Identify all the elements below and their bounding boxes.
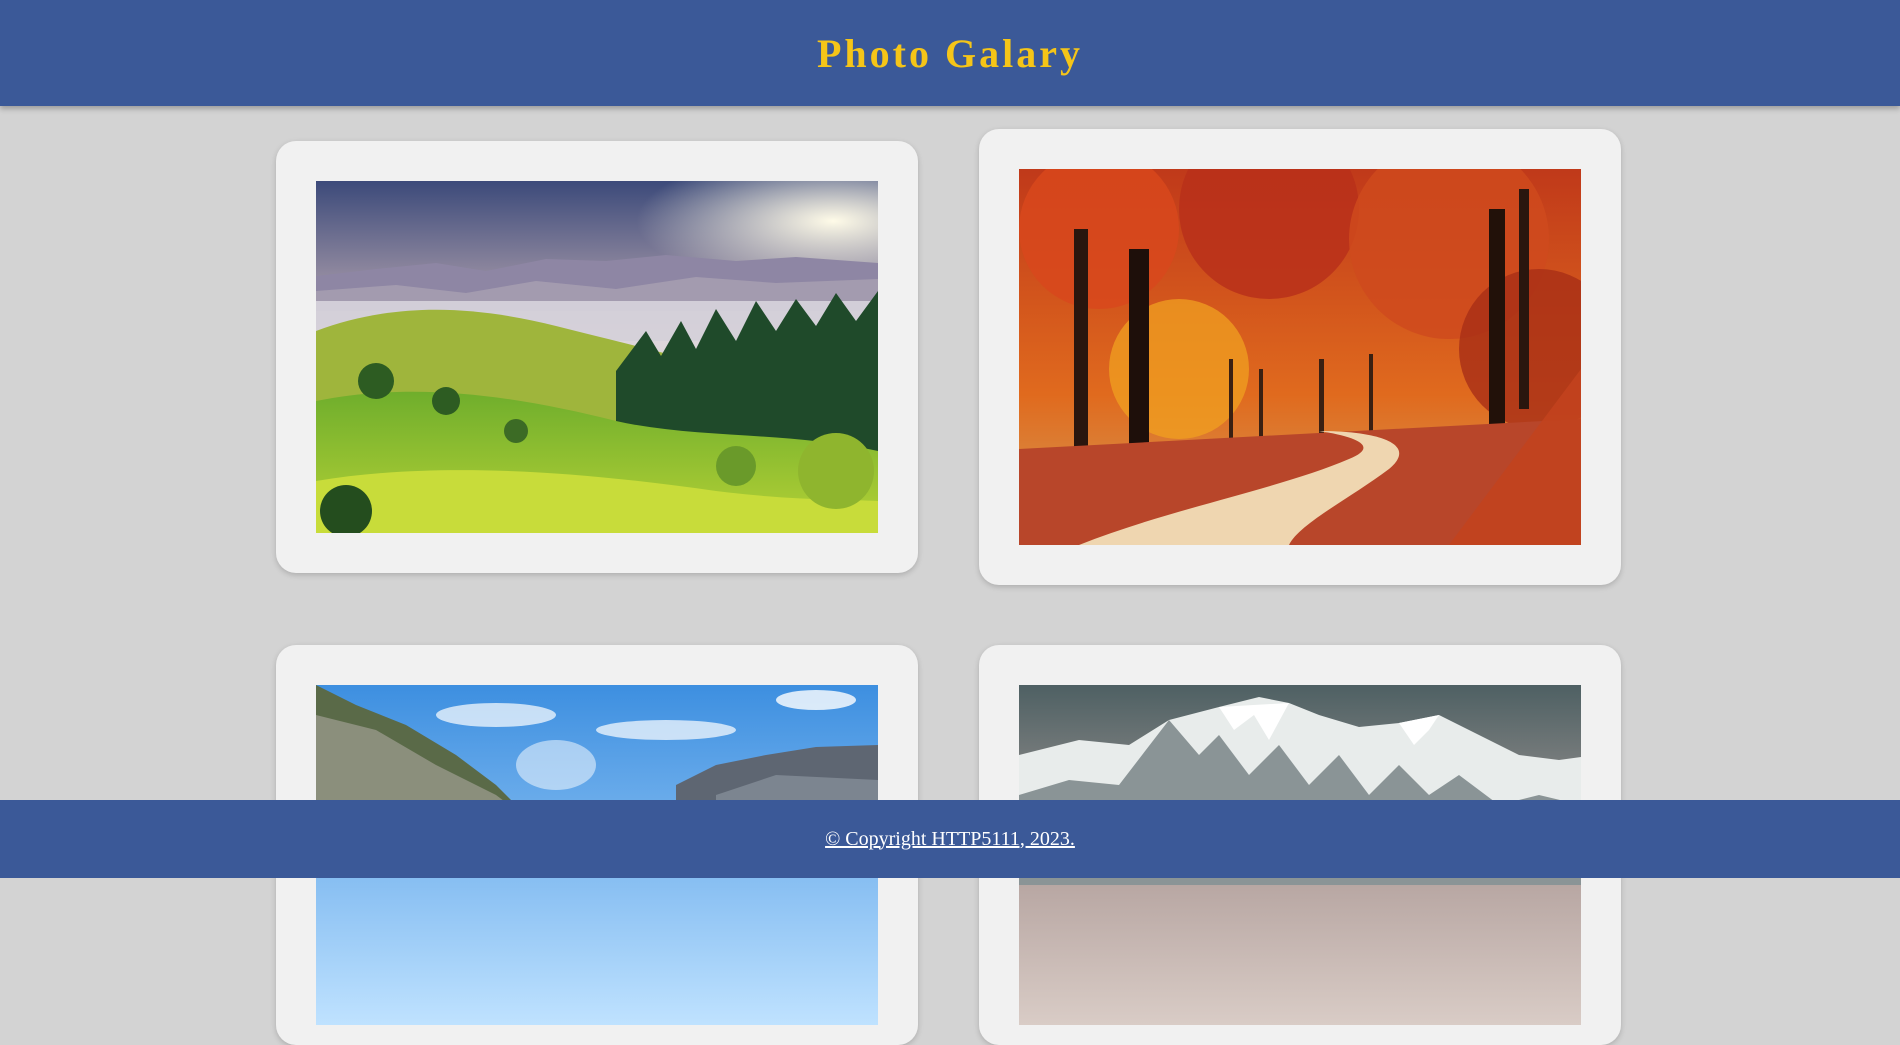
gallery-image-autumn-forest[interactable] (1019, 169, 1581, 545)
site-header: Photo Galary (0, 0, 1900, 106)
gallery-card-1 (276, 141, 918, 573)
site-footer: © Copyright HTTP5111, 2023. (0, 800, 1900, 878)
page-title: Photo Galary (817, 30, 1083, 76)
copyright-link[interactable]: © Copyright HTTP5111, 2023. (825, 828, 1075, 851)
gallery-image-green-hills[interactable] (316, 181, 878, 533)
gallery-card-2 (979, 129, 1621, 585)
